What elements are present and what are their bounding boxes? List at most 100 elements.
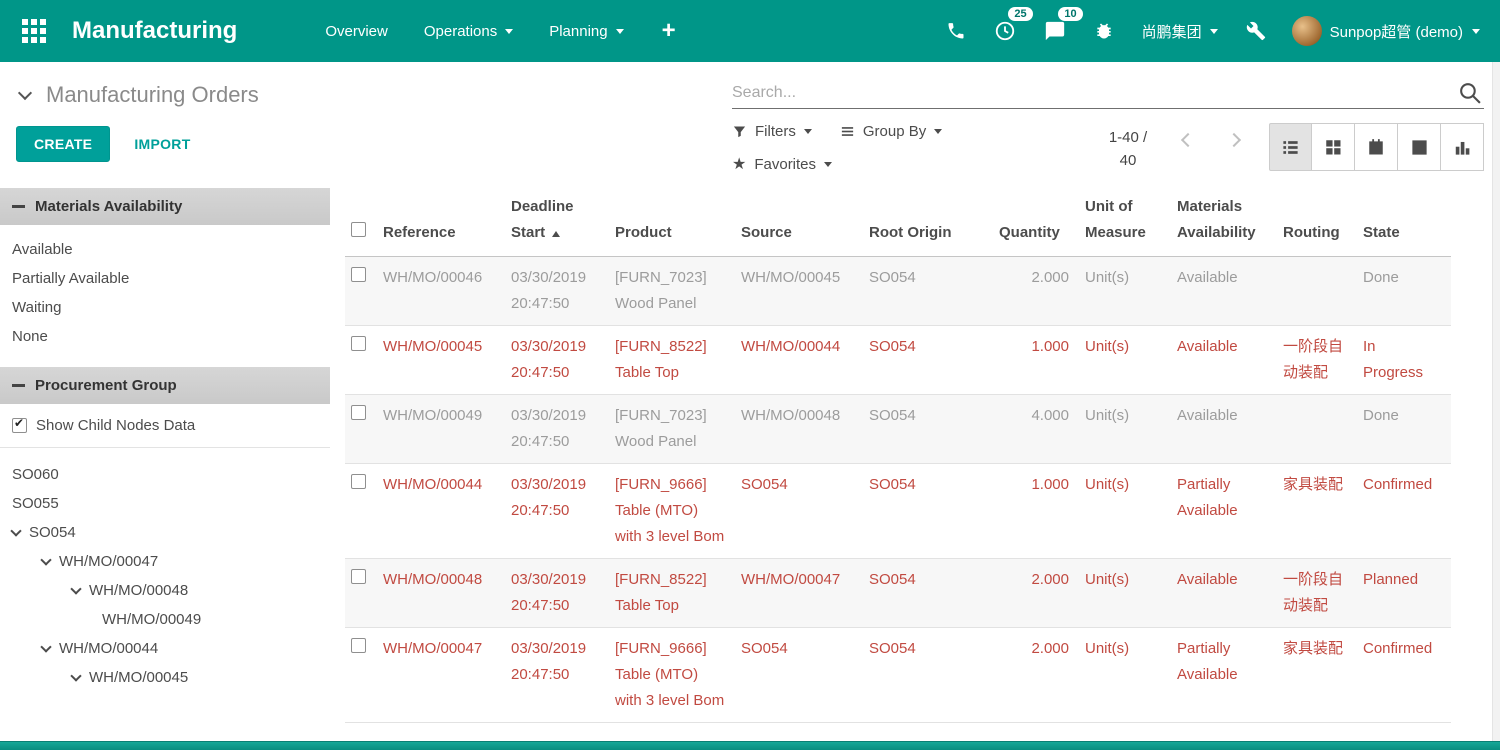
filter-item[interactable]: None [0, 322, 330, 351]
chevron-down-icon[interactable] [70, 583, 81, 594]
phone-icon[interactable] [932, 21, 980, 41]
graph-view-button[interactable] [1441, 123, 1484, 171]
col-reference[interactable]: Reference [383, 188, 511, 257]
create-button[interactable]: CREATE [16, 126, 110, 162]
user-menu[interactable]: Sunpop超管 (demo) [1330, 21, 1490, 42]
col-deadline-start[interactable]: Deadline Start [511, 188, 615, 257]
table-row[interactable]: WH/MO/0004603/30/2019 20:47:50[FURN_7023… [345, 257, 1451, 326]
activities-clock-icon[interactable]: 25 [980, 20, 1030, 42]
cell-deadline: 03/30/2019 20:47:50 [511, 326, 615, 395]
group-by-label: Group By [863, 123, 926, 140]
cell-product: [FURN_7023] Wood Panel [615, 257, 741, 326]
section-procurement-group[interactable]: Procurement Group [0, 367, 330, 404]
table-row[interactable]: WH/MO/0004803/30/2019 20:47:50[FURN_8522… [345, 559, 1451, 628]
apps-grid-icon[interactable] [22, 19, 46, 43]
filters-label: Filters [755, 123, 796, 140]
col-root-origin[interactable]: Root Origin [869, 188, 999, 257]
tree-item[interactable]: SO054 [0, 518, 330, 547]
tree-item[interactable]: SO060 [0, 460, 330, 489]
filter-item[interactable]: Available [0, 235, 330, 264]
search-input[interactable] [732, 78, 1448, 108]
collapse-chevron-icon[interactable] [18, 85, 32, 99]
column-label: Product [615, 224, 672, 241]
tree-item[interactable]: SO055 [0, 489, 330, 518]
tree-item[interactable]: WH/MO/00049 [0, 605, 330, 634]
import-button[interactable]: IMPORT [134, 136, 190, 152]
row-checkbox[interactable] [351, 405, 366, 420]
chevron-down-icon[interactable] [70, 670, 81, 681]
table-row[interactable]: WH/MO/0004703/30/2019 20:47:50[FURN_9666… [345, 628, 1451, 723]
chevron-down-icon [804, 129, 812, 134]
filters-menu[interactable]: Filters [732, 123, 812, 140]
row-checkbox-cell [345, 257, 383, 326]
section-materials-availability[interactable]: Materials Availability [0, 188, 330, 225]
cell-source: WH/MO/00048 [741, 395, 869, 464]
tree-item[interactable]: WH/MO/00048 [0, 576, 330, 605]
row-checkbox-cell [345, 464, 383, 559]
tools-wrench-icon[interactable] [1232, 21, 1280, 41]
chevron-down-icon[interactable] [10, 525, 21, 536]
orders-table-body: WH/MO/0004603/30/2019 20:47:50[FURN_7023… [345, 257, 1451, 723]
show-child-nodes-checkbox[interactable] [12, 418, 27, 433]
filter-item[interactable]: Waiting [0, 293, 330, 322]
col-state[interactable]: State [1363, 188, 1451, 257]
menu-planning[interactable]: Planning [531, 0, 641, 62]
list-view-button[interactable] [1269, 123, 1312, 171]
menu-operations[interactable]: Operations [406, 0, 531, 62]
tree-item[interactable]: WH/MO/00044 [0, 634, 330, 663]
pager-next-icon[interactable] [1227, 133, 1241, 147]
row-checkbox[interactable] [351, 267, 366, 282]
vertical-scrollbar[interactable] [1492, 62, 1500, 741]
cell-source: SO054 [741, 464, 869, 559]
col-materials-availability[interactable]: Materials Availability [1177, 188, 1283, 257]
row-checkbox[interactable] [351, 638, 366, 653]
col-quantity[interactable]: Quantity [999, 188, 1085, 257]
show-child-nodes-toggle[interactable]: Show Child Nodes Data [0, 404, 330, 448]
bottom-edge-bar [0, 741, 1500, 750]
pager-previous-icon[interactable] [1181, 133, 1195, 147]
col-product[interactable]: Product [615, 188, 741, 257]
menu-overview[interactable]: Overview [307, 0, 406, 62]
app-title[interactable]: Manufacturing [72, 17, 237, 45]
cell-root_origin: SO054 [869, 257, 999, 326]
col-routing[interactable]: Routing [1283, 188, 1363, 257]
plus-icon[interactable]: + [642, 17, 696, 45]
tree-item[interactable]: WH/MO/00047 [0, 547, 330, 576]
cell-product: [FURN_7023] Wood Panel [615, 395, 741, 464]
chevron-down-icon[interactable] [40, 554, 51, 565]
table-row[interactable]: WH/MO/0004403/30/2019 20:47:50[FURN_9666… [345, 464, 1451, 559]
company-switcher[interactable]: 尚鹏集团 [1128, 21, 1232, 42]
chevron-down-icon[interactable] [40, 641, 51, 652]
cell-product: [FURN_9666] Table (MTO) with 3 level Bom [615, 628, 741, 723]
column-label: State [1363, 224, 1400, 241]
row-checkbox[interactable] [351, 569, 366, 584]
cell-availability: Available [1177, 559, 1283, 628]
col-source[interactable]: Source [741, 188, 869, 257]
page-title: Manufacturing Orders [46, 82, 259, 108]
section-title: Procurement Group [35, 377, 177, 394]
calendar-view-button[interactable] [1355, 123, 1398, 171]
col-unit-of-measure[interactable]: Unit of Measure [1085, 188, 1177, 257]
group-by-menu[interactable]: Group By [840, 123, 942, 140]
chevron-down-icon [934, 129, 942, 134]
tree-item-label: WH/MO/00047 [59, 553, 158, 570]
bug-icon[interactable] [1080, 21, 1128, 41]
favorites-menu[interactable]: ★ Favorites [732, 154, 832, 174]
messages-chat-icon[interactable]: 10 [1030, 20, 1080, 42]
cell-root_origin: SO054 [869, 395, 999, 464]
tree-item[interactable]: WH/MO/00045 [0, 663, 330, 692]
kanban-view-button[interactable] [1312, 123, 1355, 171]
filter-item[interactable]: Partially Available [0, 264, 330, 293]
table-row[interactable]: WH/MO/0004503/30/2019 20:47:50[FURN_8522… [345, 326, 1451, 395]
row-checkbox[interactable] [351, 474, 366, 489]
search-magnifier-icon[interactable] [1457, 80, 1482, 110]
user-avatar[interactable] [1292, 16, 1322, 46]
table-row[interactable]: WH/MO/0004903/30/2019 20:47:50[FURN_7023… [345, 395, 1451, 464]
cell-uom: Unit(s) [1085, 464, 1177, 559]
cell-uom: Unit(s) [1085, 559, 1177, 628]
cell-routing: 家具装配 [1283, 464, 1363, 559]
procurement-tree: SO060SO055SO054WH/MO/00047WH/MO/00048WH/… [0, 448, 330, 692]
select-all-checkbox[interactable] [351, 222, 366, 237]
row-checkbox[interactable] [351, 336, 366, 351]
pivot-view-button[interactable] [1398, 123, 1441, 171]
